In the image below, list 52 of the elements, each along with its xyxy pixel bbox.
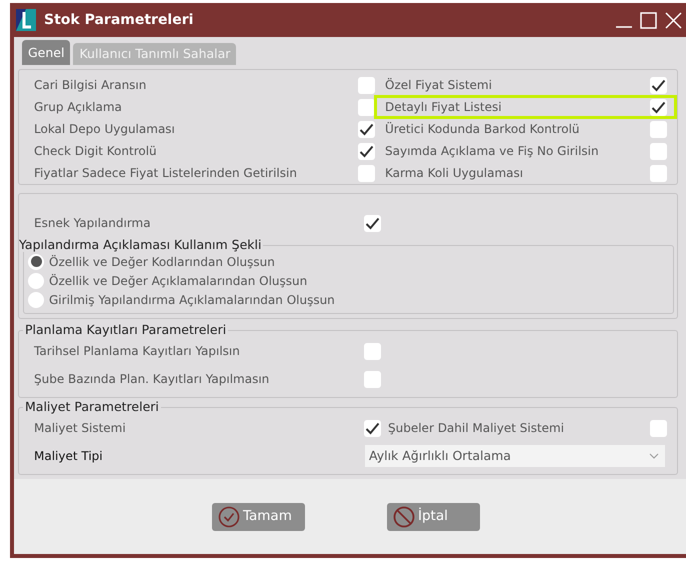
checkbox[interactable] — [364, 214, 381, 232]
checkbox[interactable] — [364, 370, 381, 388]
option-label: Cari Bilgisi Aransın — [34, 77, 148, 94]
option-label: Fiyatlar Sadece Fiyat Listelerinden Getirilsin — [34, 165, 298, 182]
radio-button[interactable] — [28, 272, 44, 288]
window-title: Stok Parametreleri — [44, 10, 194, 30]
option-label: Grup Açıklama — [34, 99, 123, 116]
checkbox[interactable] — [358, 120, 375, 138]
option-label: Karma Koli Uygulaması — [385, 165, 524, 182]
group-legend: Yapılandırma Açıklaması Kullanım Şekli — [17, 238, 264, 252]
radio-label: Özellik ve Değer Açıklamalarından Oluşsun — [49, 272, 308, 290]
option-label: Şube Bazında Plan. Kayıtları Yapılmasın — [34, 371, 270, 388]
radio-label: Girilmiş Yapılandırma Açıklamalarından Oluşsun — [49, 292, 335, 308]
checkbox[interactable] — [650, 76, 667, 94]
app-logo-icon — [16, 9, 36, 31]
chevron-down-icon — [649, 453, 659, 459]
dropdown-field[interactable]: Aylık Ağırlıklı Ortalama — [365, 445, 665, 467]
checkbox[interactable] — [364, 342, 381, 360]
checkbox[interactable] — [358, 142, 375, 160]
option-label: Sayımda Açıklama ve Fiş No Girilsin — [385, 143, 600, 160]
radio-button[interactable] — [28, 292, 44, 308]
checkbox[interactable] — [364, 420, 381, 436]
tab[interactable]: Kullanıcı Tanımlı Sahalar — [73, 43, 236, 65]
radio-button[interactable] — [28, 254, 44, 270]
option-label: Detaylı Fiyat Listesi — [385, 99, 503, 116]
option-label: Lokal Depo Uygulaması — [34, 121, 176, 138]
ok-button[interactable]: Tamam — [212, 502, 305, 530]
checkbox[interactable] — [650, 120, 667, 138]
option-label: Esnek Yapılandırma — [34, 215, 152, 232]
checkbox[interactable] — [650, 164, 667, 182]
cancel-button[interactable]: İptal — [387, 502, 480, 530]
radio-label: Özellik ve Değer Kodlarından Oluşsun — [49, 254, 275, 270]
check-circle-icon — [218, 506, 240, 528]
group-legend: Planlama Kayıtları Parametreleri — [23, 323, 228, 337]
option-label: Şubeler Dahil Maliyet Sistemi — [388, 420, 566, 437]
checkbox[interactable] — [650, 420, 667, 436]
field-label: Maliyet Tipi — [34, 448, 104, 465]
prohibited-icon — [393, 506, 415, 528]
group-legend: Maliyet Parametreleri — [23, 400, 161, 414]
tab[interactable]: Genel — [22, 40, 70, 65]
close-icon[interactable] — [665, 12, 682, 28]
checkbox[interactable] — [358, 164, 375, 182]
checkbox[interactable] — [650, 98, 667, 116]
option-label: Check Digit Kontrolü — [34, 143, 158, 160]
checkbox[interactable] — [358, 76, 375, 94]
checkbox[interactable] — [650, 142, 667, 160]
option-label: Maliyet Sistemi — [34, 420, 127, 437]
maximize-icon[interactable] — [640, 12, 657, 28]
option-label: Tarihsel Planlama Kayıtları Yapılsın — [34, 343, 241, 360]
option-label: Özel Fiyat Sistemi — [385, 77, 493, 94]
checkbox[interactable] — [358, 98, 375, 116]
option-label: Üretici Kodunda Barkod Kontrolü — [385, 121, 581, 138]
